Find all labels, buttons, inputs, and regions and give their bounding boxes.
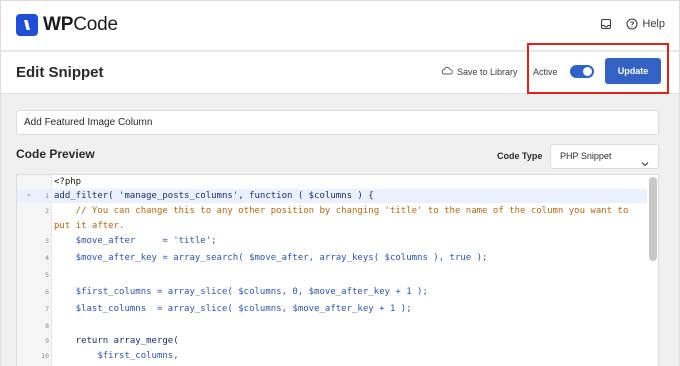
code-preview-heading: Code Preview xyxy=(16,147,95,161)
code-type-label: Code Type xyxy=(497,151,543,161)
cloud-icon xyxy=(441,66,453,77)
code-type-select[interactable]: PHP Snippet xyxy=(550,144,659,169)
code-text: return array_merge( xyxy=(54,336,179,346)
wpcode-logo-icon xyxy=(16,14,38,36)
code-line: 5 xyxy=(17,268,647,282)
line-number: 7 xyxy=(45,305,49,313)
line-number: 9 xyxy=(45,337,49,345)
code-text: $last_columns = array_slice( $columns, $… xyxy=(54,304,412,314)
code-text: $move_after = 'title'; xyxy=(54,236,217,246)
help-circle-icon xyxy=(626,18,638,30)
logo-text: WPCode xyxy=(43,14,118,36)
top-icons: Help xyxy=(600,18,665,30)
code-line-active: ▾ 1 add_filter( 'manage_posts_columns', … xyxy=(17,189,647,203)
logo-text-suffix: Code xyxy=(73,14,118,35)
editor-scrollbar[interactable] xyxy=(649,177,657,261)
code-text: $first_columns = array_slice( $columns, … xyxy=(54,287,428,297)
code-line: <?php xyxy=(17,175,647,189)
save-to-library-label: Save to Library xyxy=(457,66,518,77)
line-number: 8 xyxy=(45,322,49,330)
code-line: 8 xyxy=(17,319,647,333)
code-line: 3 $move_after = 'title'; xyxy=(17,234,647,248)
code-line: 6 $first_columns = array_slice( $columns… xyxy=(17,285,647,299)
line-number: 1 xyxy=(45,192,49,200)
save-to-library-button[interactable]: Save to Library xyxy=(441,66,518,77)
code-line: 7 $last_columns = array_slice( $columns,… xyxy=(17,302,647,316)
chevron-down-icon xyxy=(641,153,649,176)
code-comment: put it after. xyxy=(54,221,125,231)
inbox-icon[interactable] xyxy=(600,18,612,30)
line-number: 4 xyxy=(45,254,49,262)
help-label: Help xyxy=(642,18,665,30)
code-line: 9 return array_merge( xyxy=(17,334,647,348)
code-comment: // You can change this to any other posi… xyxy=(54,206,629,216)
line-number: 10 xyxy=(41,352,49,360)
logo-text-prefix: WP xyxy=(43,14,74,35)
code-type-value: PHP Snippet xyxy=(560,151,612,161)
wpcode-logo[interactable]: WPCode xyxy=(16,14,118,36)
snippet-title-input[interactable] xyxy=(16,110,659,135)
page-title: Edit Snippet xyxy=(16,64,104,81)
line-number: 2 xyxy=(45,207,49,215)
code-text: add_filter( 'manage_posts_columns', func… xyxy=(54,191,374,201)
code-line: 10 $first_columns, xyxy=(17,349,647,363)
code-text: $first_columns, xyxy=(54,351,179,361)
code-text: <?php xyxy=(54,177,82,187)
code-line: 2 // You can change this to any other po… xyxy=(17,204,647,218)
highlight-annotation-box xyxy=(527,43,669,94)
line-number: 5 xyxy=(45,271,49,279)
code-editor[interactable]: <?php ▾ 1 add_filter( 'manage_posts_colu… xyxy=(16,174,659,366)
code-line-wrap: put it after. xyxy=(17,219,647,233)
line-number: 6 xyxy=(45,288,49,296)
code-line: 4 $move_after_key = array_search( $move_… xyxy=(17,251,647,265)
help-button[interactable]: Help xyxy=(626,18,665,30)
line-number: 3 xyxy=(45,237,49,245)
code-text: $move_after_key = array_search( $move_af… xyxy=(54,253,488,263)
